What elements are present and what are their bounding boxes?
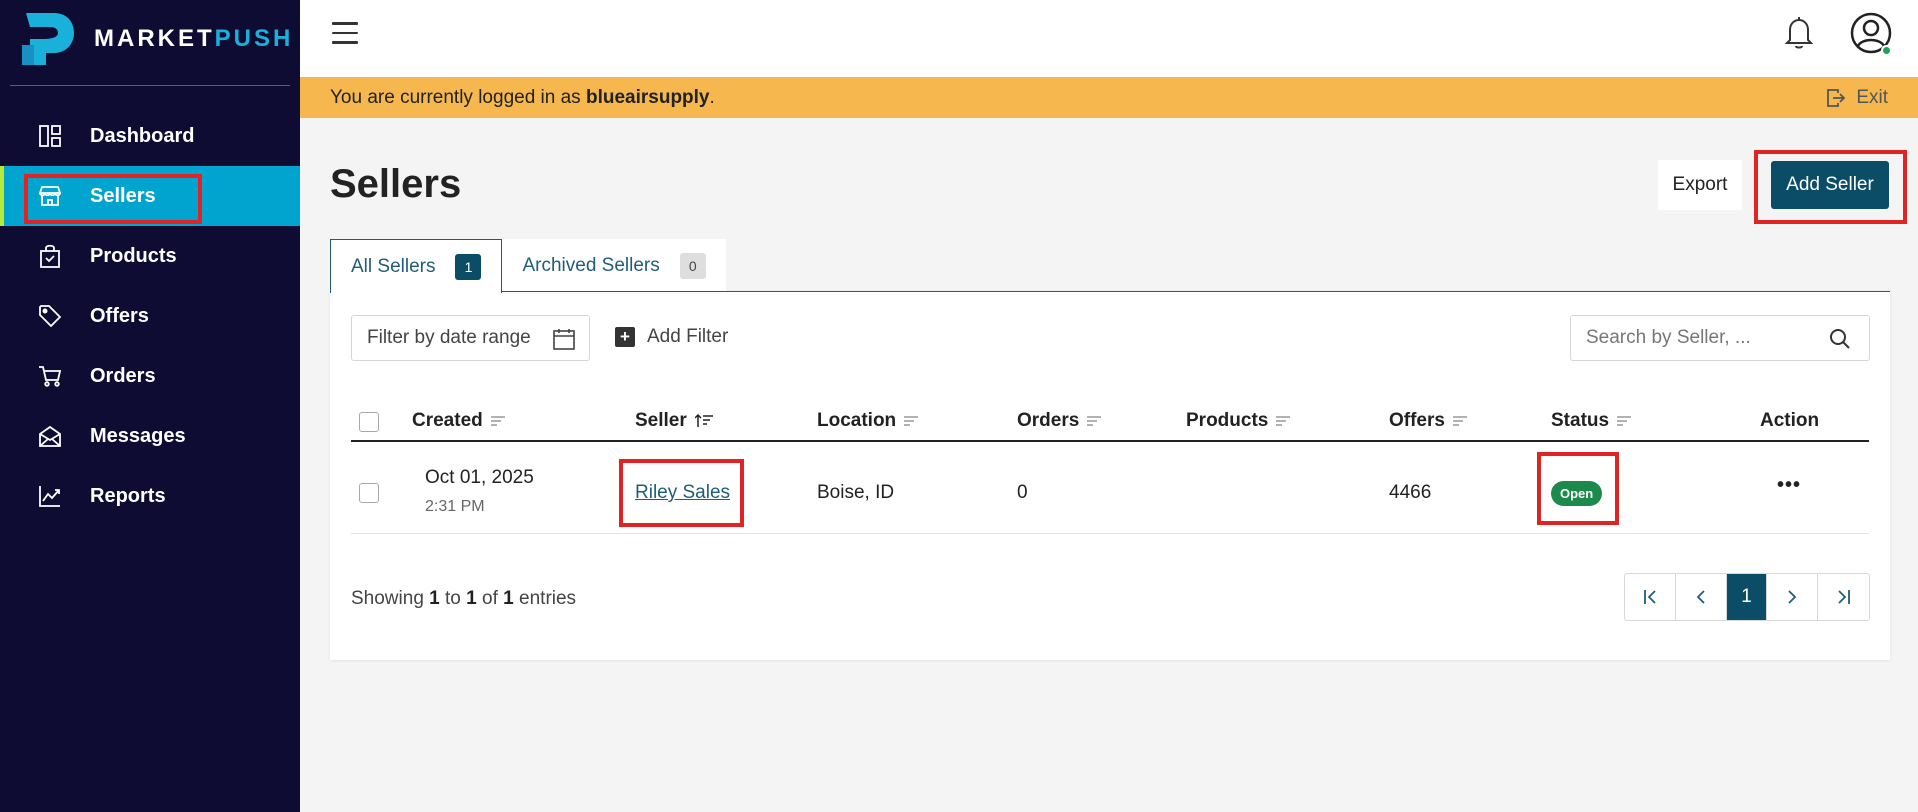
exit-icon bbox=[1827, 88, 1846, 107]
last-page-button[interactable] bbox=[1818, 574, 1869, 620]
column-created[interactable]: Created bbox=[412, 410, 505, 432]
page-1-button[interactable]: 1 bbox=[1727, 574, 1767, 620]
more-actions-icon[interactable]: ••• bbox=[1777, 474, 1801, 497]
logo-text: MARKETPUSH bbox=[94, 25, 294, 52]
column-action: Action bbox=[1760, 410, 1820, 431]
sort-icon bbox=[1617, 416, 1632, 426]
location-cell: Boise, ID bbox=[817, 482, 895, 503]
logo-icon bbox=[20, 9, 76, 69]
bag-icon bbox=[38, 244, 62, 268]
exit-label: Exit bbox=[1856, 86, 1888, 108]
bell-icon[interactable] bbox=[1784, 16, 1814, 50]
banner-suffix: . bbox=[709, 86, 715, 108]
sidebar-item-label: Reports bbox=[90, 484, 166, 507]
dashboard-icon bbox=[38, 124, 62, 148]
exit-button[interactable]: Exit bbox=[1826, 77, 1888, 118]
calendar-icon bbox=[553, 329, 575, 350]
sidebar-item-products[interactable]: Products bbox=[0, 226, 300, 286]
tab-label: All Sellers bbox=[351, 255, 436, 277]
column-seller[interactable]: Seller bbox=[635, 410, 713, 432]
search-box[interactable] bbox=[1570, 315, 1870, 361]
sidebar-item-orders[interactable]: Orders bbox=[0, 346, 300, 406]
row-checkbox[interactable] bbox=[359, 483, 379, 503]
offers-cell: 4466 bbox=[1389, 482, 1432, 503]
count-badge: 1 bbox=[455, 253, 482, 280]
status-badge: Open bbox=[1551, 481, 1603, 506]
tag-icon bbox=[38, 304, 62, 328]
previous-page-button[interactable] bbox=[1676, 574, 1727, 620]
sidebar-item-messages[interactable]: Messages bbox=[0, 406, 300, 466]
chart-line-icon bbox=[38, 484, 62, 508]
add-filter-button[interactable]: + Add Filter bbox=[615, 326, 728, 348]
sort-ascending-icon bbox=[694, 414, 713, 427]
sidebar-item-label: Products bbox=[90, 244, 177, 267]
created-time: 2:31 PM bbox=[425, 498, 485, 515]
seller-link[interactable]: Riley Sales bbox=[635, 482, 730, 504]
top-bar bbox=[300, 0, 1918, 77]
column-products[interactable]: Products bbox=[1186, 410, 1291, 432]
pagination: 1 bbox=[1624, 573, 1870, 621]
table-header: Created Seller Location Orders Products … bbox=[351, 404, 1869, 442]
select-all-checkbox[interactable] bbox=[359, 412, 379, 432]
column-status[interactable]: Status bbox=[1551, 410, 1632, 432]
impersonation-banner: You are currently logged in as blueairsu… bbox=[300, 77, 1918, 118]
add-filter-label: Add Filter bbox=[647, 326, 729, 347]
plus-icon: + bbox=[615, 327, 635, 347]
sort-icon bbox=[904, 416, 919, 426]
sidebar: MARKETPUSH Dashboard Sellers Products Of… bbox=[0, 0, 300, 812]
search-icon[interactable] bbox=[1829, 328, 1851, 350]
add-seller-button[interactable]: Add Seller bbox=[1771, 161, 1889, 209]
sidebar-item-label: Messages bbox=[90, 424, 186, 447]
online-status-dot bbox=[1881, 45, 1892, 56]
chevron-right-icon bbox=[1788, 590, 1797, 604]
search-input[interactable] bbox=[1586, 327, 1826, 349]
sort-icon bbox=[490, 416, 505, 426]
column-orders[interactable]: Orders bbox=[1017, 410, 1102, 432]
export-button[interactable]: Export bbox=[1658, 160, 1742, 210]
sidebar-nav: Dashboard Sellers Products Offers Orders bbox=[0, 106, 300, 526]
sort-icon bbox=[1087, 416, 1102, 426]
sidebar-item-label: Dashboard bbox=[90, 124, 195, 147]
sort-icon bbox=[1452, 416, 1467, 426]
cart-icon bbox=[38, 364, 62, 388]
banner-user: blueairsupply bbox=[585, 86, 710, 108]
menu-icon[interactable] bbox=[332, 22, 358, 46]
date-range-filter[interactable]: Filter by date range bbox=[351, 315, 590, 361]
store-icon bbox=[38, 184, 62, 208]
logo[interactable]: MARKETPUSH bbox=[20, 6, 293, 72]
created-date: Oct 01, 2025 bbox=[425, 467, 534, 488]
sort-icon bbox=[1276, 416, 1291, 426]
page-title: Sellers bbox=[330, 162, 462, 206]
envelope-icon bbox=[38, 424, 62, 448]
first-page-icon bbox=[1644, 590, 1656, 604]
first-page-button[interactable] bbox=[1625, 574, 1676, 620]
sidebar-item-label: Sellers bbox=[90, 184, 156, 207]
divider bbox=[10, 85, 290, 86]
column-location[interactable]: Location bbox=[817, 410, 919, 432]
tab-label: Archived Sellers bbox=[522, 254, 660, 276]
sidebar-item-offers[interactable]: Offers bbox=[0, 286, 300, 346]
sidebar-item-reports[interactable]: Reports bbox=[0, 466, 300, 526]
sidebar-item-label: Offers bbox=[90, 304, 149, 327]
sidebar-item-label: Orders bbox=[90, 364, 156, 387]
chevron-left-icon bbox=[1696, 590, 1705, 604]
date-filter-placeholder: Filter by date range bbox=[367, 327, 531, 348]
entries-summary: Showing 1 to 1 of 1 entries bbox=[351, 588, 577, 609]
orders-cell: 0 bbox=[1017, 482, 1028, 503]
banner-prefix: You are currently logged in as bbox=[330, 86, 581, 108]
column-offers[interactable]: Offers bbox=[1389, 410, 1467, 432]
table-row: Oct 01, 2025 2:31 PM Riley Sales Boise, … bbox=[351, 452, 1869, 534]
tabs: All Sellers 1 Archived Sellers 0 bbox=[330, 239, 726, 293]
tab-all-sellers[interactable]: All Sellers 1 bbox=[330, 239, 503, 293]
sidebar-item-sellers[interactable]: Sellers bbox=[0, 166, 300, 226]
last-page-icon bbox=[1837, 590, 1850, 604]
sidebar-item-dashboard[interactable]: Dashboard bbox=[0, 106, 300, 166]
count-badge: 0 bbox=[679, 252, 706, 279]
next-page-button[interactable] bbox=[1767, 574, 1818, 620]
tab-archived-sellers[interactable]: Archived Sellers 0 bbox=[502, 239, 726, 292]
sellers-table-card: Filter by date range + Add Filter Create… bbox=[330, 291, 1890, 660]
